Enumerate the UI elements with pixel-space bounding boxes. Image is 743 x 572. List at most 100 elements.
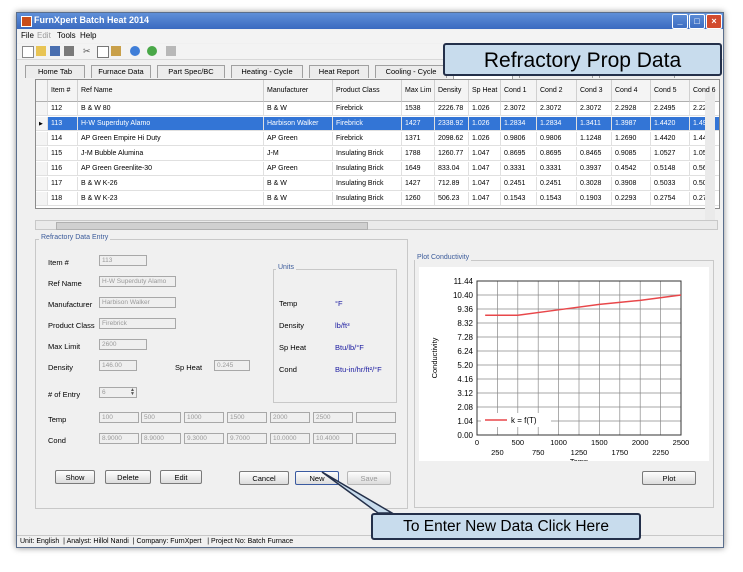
menu-edit[interactable]: Edit — [37, 31, 51, 40]
table-cell[interactable]: 1.1248 — [577, 132, 612, 146]
tab-home[interactable]: Home Tab — [25, 65, 85, 78]
column-header[interactable]: Sp Heat — [469, 80, 501, 102]
column-header[interactable]: Cond 5 — [651, 80, 690, 102]
tab-heat-report[interactable]: Heat Report — [309, 65, 369, 78]
table-cell[interactable]: H-W Superduty Alamo — [78, 117, 264, 131]
table-cell[interactable]: B & W — [264, 102, 333, 116]
table-cell[interactable]: 2.2495 — [651, 102, 690, 116]
row-selector[interactable] — [36, 147, 48, 161]
table-cell[interactable]: AP Green — [264, 132, 333, 146]
table-cell[interactable]: B & W — [264, 177, 333, 191]
column-header[interactable]: Cond 2 — [537, 80, 577, 102]
table-cell[interactable]: 0.1903 — [577, 192, 612, 206]
table-cell[interactable]: AP Green — [264, 162, 333, 176]
stepper-arrows-icon[interactable]: ▲ ▼ — [130, 388, 136, 397]
scroll-thumb[interactable] — [56, 222, 368, 230]
table-cell[interactable]: 0.3331 — [501, 162, 537, 176]
table-cell[interactable]: 2.3072 — [501, 102, 537, 116]
temp-entry-field[interactable]: 2000 — [270, 412, 310, 423]
cond-entry-field[interactable]: 10.4000 — [313, 433, 353, 444]
table-cell[interactable]: 0.2293 — [612, 192, 651, 206]
table-cell[interactable]: Insulating Brick — [333, 177, 402, 191]
row-selector[interactable] — [36, 162, 48, 176]
table-horizontal-scrollbar[interactable] — [35, 220, 718, 230]
print-icon[interactable] — [64, 46, 74, 56]
table-cell[interactable]: 506.23 — [435, 192, 469, 206]
table-cell[interactable]: 2.3072 — [577, 102, 612, 116]
table-cell[interactable]: J-M — [264, 147, 333, 161]
table-cell[interactable]: 1.2834 — [537, 117, 577, 131]
table-cell[interactable]: 0.2754 — [651, 192, 690, 206]
refname-field[interactable]: H-W Superduty Alamo — [99, 276, 176, 287]
help-icon[interactable] — [130, 46, 140, 56]
table-cell[interactable]: 118 — [48, 192, 78, 206]
table-cell[interactable]: B & W — [264, 192, 333, 206]
table-cell[interactable]: 1427 — [402, 177, 435, 191]
cut-icon[interactable]: ✂ — [83, 46, 93, 56]
row-selector[interactable] — [36, 102, 48, 116]
column-header[interactable]: Ref Name — [78, 80, 264, 102]
table-cell[interactable]: 0.3908 — [612, 177, 651, 191]
table-cell[interactable]: 0.3331 — [537, 162, 577, 176]
menu-file[interactable]: File — [21, 31, 34, 40]
table-cell[interactable]: 0.1543 — [501, 192, 537, 206]
table-cell[interactable]: 0.3937 — [577, 162, 612, 176]
run-icon[interactable] — [147, 46, 157, 56]
table-cell[interactable]: AP Green Greenlite-30 — [78, 162, 264, 176]
temp-entry-field[interactable]: 2500 — [313, 412, 353, 423]
show-button[interactable]: Show — [55, 470, 95, 484]
table-vertical-scrollbar[interactable] — [705, 92, 715, 228]
max-limit-field[interactable]: 2600 — [99, 339, 147, 350]
temp-entry-field[interactable] — [356, 412, 396, 423]
table-cell[interactable]: 113 — [48, 117, 78, 131]
table-cell[interactable]: 1649 — [402, 162, 435, 176]
table-cell[interactable]: 1.047 — [469, 192, 501, 206]
table-cell[interactable]: B & W K-26 — [78, 177, 264, 191]
edit-button[interactable]: Edit — [160, 470, 202, 484]
table-cell[interactable]: 1.3411 — [577, 117, 612, 131]
table-cell[interactable]: 2.3072 — [537, 102, 577, 116]
table-cell[interactable]: 0.8695 — [501, 147, 537, 161]
table-cell[interactable]: Insulating Brick — [333, 147, 402, 161]
table-cell[interactable]: 833.04 — [435, 162, 469, 176]
cond-entry-field[interactable]: 9.7000 — [227, 433, 267, 444]
table-cell[interactable]: 2226.78 — [435, 102, 469, 116]
table-cell[interactable]: 0.2451 — [501, 177, 537, 191]
column-header[interactable]: Cond 4 — [612, 80, 651, 102]
table-cell[interactable]: AP Green Empire Hi Duty — [78, 132, 264, 146]
table-cell[interactable]: 116 — [48, 162, 78, 176]
table-cell[interactable]: Firebrick — [333, 132, 402, 146]
column-header[interactable]: Max Lim — [402, 80, 435, 102]
table-cell[interactable]: 0.3028 — [577, 177, 612, 191]
table-cell[interactable]: 1.047 — [469, 162, 501, 176]
table-cell[interactable]: Insulating Brick — [333, 162, 402, 176]
manufacturer-field[interactable]: Harbison Walker — [99, 297, 176, 308]
table-cell[interactable]: 1260 — [402, 192, 435, 206]
table-cell[interactable]: 1.026 — [469, 132, 501, 146]
table-cell[interactable]: 712.89 — [435, 177, 469, 191]
table-cell[interactable]: B & W K-23 — [78, 192, 264, 206]
table-cell[interactable]: Harbison Walker — [264, 117, 333, 131]
temp-entry-field[interactable]: 100 — [99, 412, 139, 423]
table-cell[interactable]: 1788 — [402, 147, 435, 161]
column-header[interactable]: Item # — [48, 80, 78, 102]
column-header[interactable]: Density — [435, 80, 469, 102]
table-cell[interactable]: 1.2834 — [501, 117, 537, 131]
row-selector[interactable]: ▶ — [36, 117, 48, 131]
table-cell[interactable]: 1260.77 — [435, 147, 469, 161]
cond-entry-field[interactable] — [356, 433, 396, 444]
table-cell[interactable]: 1.0527 — [651, 147, 690, 161]
table-cell[interactable]: J-M Bubble Alumina — [78, 147, 264, 161]
new-file-icon[interactable] — [22, 46, 34, 58]
tab-furnace-data[interactable]: Furnace Data — [91, 65, 151, 78]
column-header[interactable]: Product Class — [333, 80, 402, 102]
table-cell[interactable]: 0.9806 — [501, 132, 537, 146]
table-cell[interactable]: 1.026 — [469, 102, 501, 116]
table-cell[interactable]: Firebrick — [333, 102, 402, 116]
save-icon[interactable] — [50, 46, 60, 56]
table-cell[interactable]: 0.4542 — [612, 162, 651, 176]
calculator-icon[interactable] — [166, 46, 176, 56]
table-cell[interactable]: Firebrick — [333, 117, 402, 131]
tab-part-spec[interactable]: Part Spec/BC — [157, 65, 225, 78]
table-cell[interactable]: 1.026 — [469, 117, 501, 131]
